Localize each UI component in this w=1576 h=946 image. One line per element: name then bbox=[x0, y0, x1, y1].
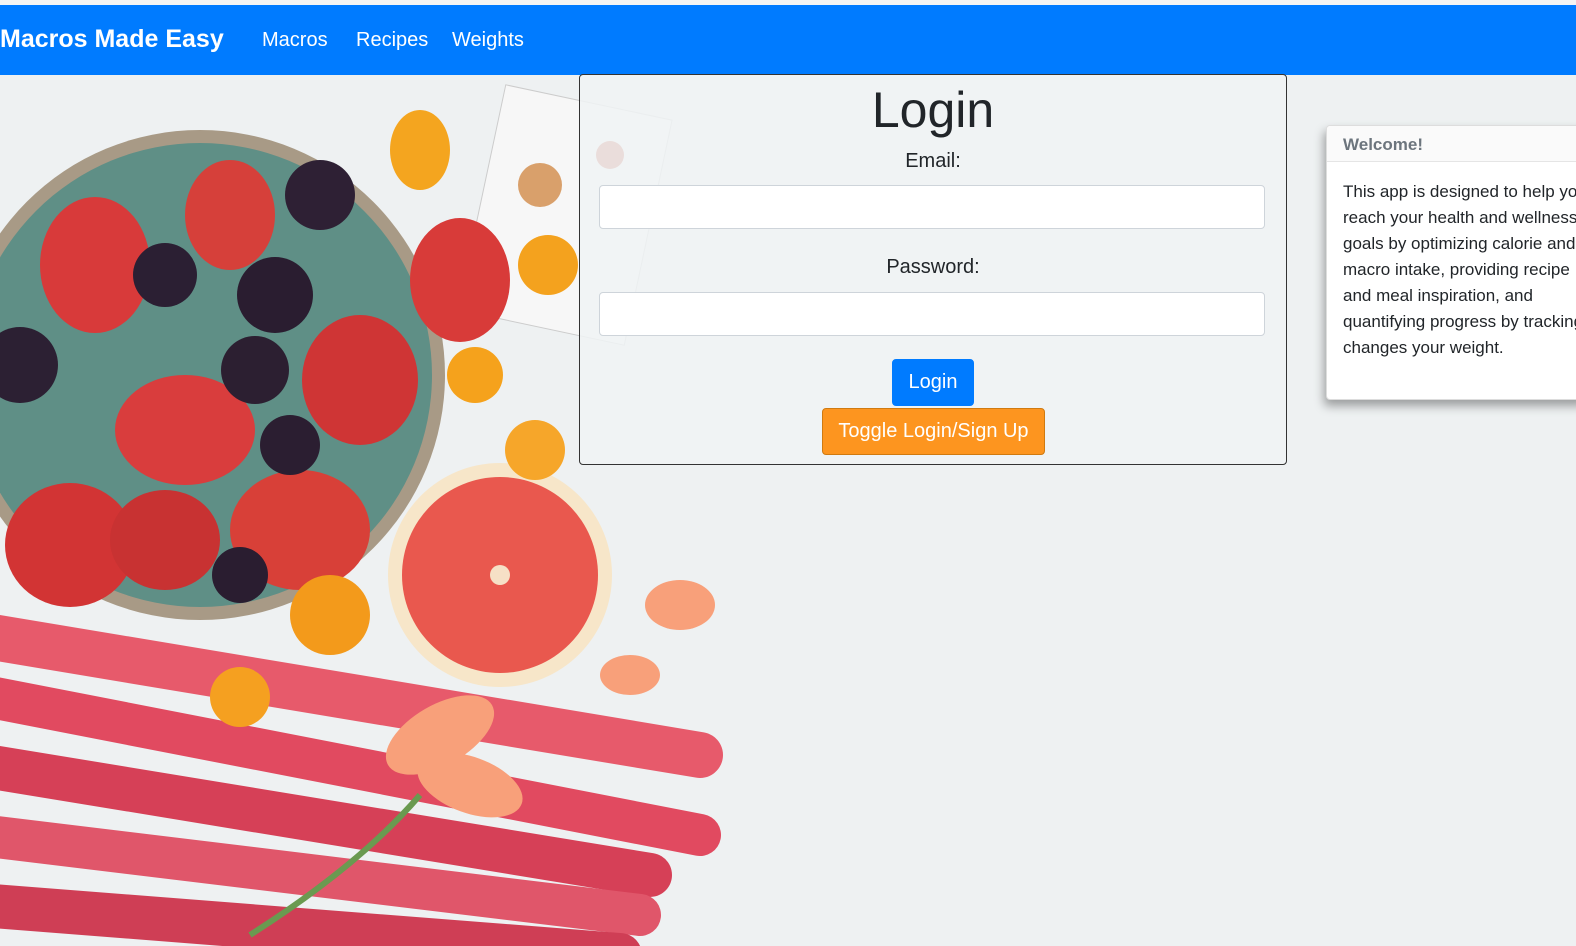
navbar: Macros Made Easy Macros Recipes Weights bbox=[0, 5, 1576, 75]
welcome-card: Welcome! This app is designed to help yo… bbox=[1326, 125, 1576, 400]
brand-link[interactable]: Macros Made Easy bbox=[0, 25, 224, 54]
login-title: Login bbox=[871, 82, 995, 138]
email-label: Email: bbox=[905, 150, 961, 172]
welcome-card-title: Welcome! bbox=[1327, 126, 1576, 162]
password-label: Password: bbox=[886, 256, 980, 278]
password-field[interactable] bbox=[599, 292, 1265, 336]
email-field[interactable] bbox=[599, 185, 1265, 229]
toggle-login-signup-button[interactable]: Toggle Login/Sign Up bbox=[822, 408, 1045, 455]
login-button[interactable]: Login bbox=[892, 359, 974, 406]
nav-link-weights[interactable]: Weights bbox=[452, 29, 524, 52]
nav-link-recipes[interactable]: Recipes bbox=[356, 29, 428, 52]
welcome-card-body: This app is designed to help you reach y… bbox=[1343, 182, 1576, 357]
nav-link-macros[interactable]: Macros bbox=[262, 29, 328, 52]
login-panel: Login Email: Password: Login Toggle Logi… bbox=[579, 74, 1287, 465]
